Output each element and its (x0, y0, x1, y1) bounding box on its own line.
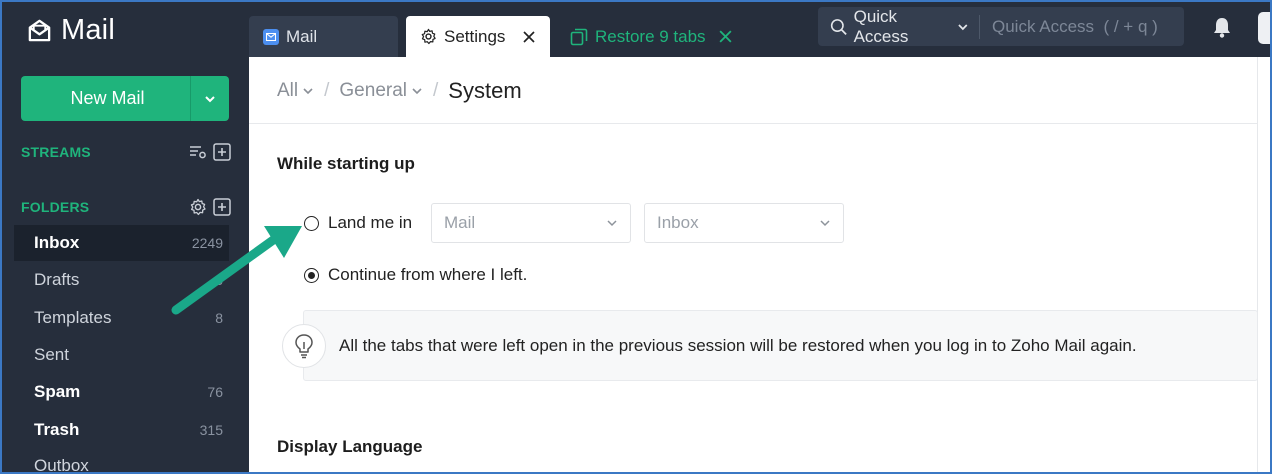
folder-count: 6 (215, 272, 223, 288)
restore-tabs-icon (570, 28, 588, 46)
folder-name: Inbox (34, 233, 80, 252)
new-mail-button[interactable]: New Mail (21, 76, 190, 121)
notifications-bell-icon[interactable] (1212, 16, 1232, 43)
chevron-down-icon (303, 88, 313, 95)
display-language-title: Display Language (277, 437, 423, 456)
folder-count: 315 (199, 422, 223, 438)
folder-count: 76 (207, 384, 223, 400)
breadcrumb-separator: / (324, 80, 330, 101)
folder-count: 2249 (191, 235, 223, 251)
folder-name: Outbox (34, 456, 89, 474)
restore-tabs-label: Restore 9 tabs (595, 26, 706, 46)
new-mail-button-group: New Mail (21, 76, 229, 121)
app-name: Mail (61, 13, 115, 46)
app-logo[interactable]: Mail (26, 12, 115, 48)
tab-settings-label: Settings (444, 26, 506, 46)
top-bar: Mail Settings Restore 9 tabs Quick Acces… (249, 0, 1272, 57)
streams-label: STREAMS (21, 144, 91, 160)
mail-tab-icon (263, 28, 279, 45)
folder-inbox[interactable]: Inbox 2249 (14, 225, 229, 261)
landing-app-select[interactable]: Mail (431, 203, 631, 243)
folder-spam[interactable]: Spam 76 (14, 374, 229, 410)
header-divider (249, 123, 1257, 124)
quick-access-bar: Quick Access (818, 7, 1184, 46)
folders-section: FOLDERS (21, 196, 231, 218)
continue-radio[interactable] (304, 267, 319, 283)
chevron-down-icon (412, 88, 422, 95)
folder-name: Templates (34, 308, 112, 327)
gear-icon[interactable] (189, 198, 207, 216)
folder-templates[interactable]: Templates 8 (14, 300, 229, 336)
streams-section: STREAMS (21, 141, 231, 163)
startup-section-title: While starting up (277, 154, 415, 173)
new-mail-dropdown-button[interactable] (190, 76, 229, 121)
close-icon[interactable] (718, 29, 733, 44)
info-text: All the tabs that were left open in the … (339, 335, 1137, 355)
add-stream-icon[interactable] (213, 143, 231, 161)
quick-access-dropdown[interactable]: Quick Access (854, 7, 954, 47)
sidebar: Mail New Mail STREAMS FOLDERS Inbox 2249… (0, 0, 249, 474)
breadcrumb-general-label: General (339, 80, 408, 101)
avatar[interactable] (1258, 12, 1272, 44)
quick-access-input[interactable] (992, 16, 1172, 37)
continue-option[interactable]: Continue from where I left. (304, 265, 527, 285)
landing-folder-select[interactable]: Inbox (644, 203, 844, 243)
stream-settings-icon[interactable] (189, 143, 207, 161)
landing-folder-value: Inbox (657, 213, 699, 232)
breadcrumb-general[interactable]: General (339, 80, 423, 102)
folder-drafts[interactable]: Drafts 6 (14, 262, 229, 298)
folder-name: Trash (34, 420, 80, 439)
continue-label: Continue from where I left. (328, 265, 528, 284)
info-box: All the tabs that were left open in the … (303, 310, 1258, 381)
breadcrumb-separator: / (433, 80, 439, 101)
folder-name: Drafts (34, 270, 80, 289)
land-me-in-radio[interactable] (304, 215, 319, 231)
page-title: System (448, 78, 522, 103)
chevron-down-icon (205, 95, 215, 102)
scrollbar-track (1257, 57, 1258, 474)
restore-tabs-button[interactable]: Restore 9 tabs (558, 16, 748, 57)
lightbulb-icon (282, 324, 326, 368)
chevron-down-icon (820, 220, 830, 227)
folder-outbox[interactable]: Outbox (14, 448, 229, 474)
folder-name: Spam (34, 382, 81, 401)
tab-mail[interactable]: Mail (249, 16, 398, 57)
mail-logo-icon (28, 19, 51, 41)
close-icon[interactable] (522, 30, 536, 44)
land-me-in-option[interactable]: Land me in (304, 213, 412, 233)
quick-access-separator (979, 14, 980, 39)
chevron-down-icon[interactable] (957, 21, 969, 33)
folder-count: 8 (215, 310, 223, 326)
landing-app-value: Mail (444, 213, 476, 232)
tab-mail-label: Mail (286, 26, 318, 46)
add-folder-icon[interactable] (213, 198, 231, 216)
folder-trash[interactable]: Trash 315 (14, 412, 229, 448)
breadcrumb-all[interactable]: All (277, 80, 314, 102)
folders-label: FOLDERS (21, 199, 90, 215)
tab-settings[interactable]: Settings (406, 16, 550, 57)
gear-icon (420, 28, 437, 45)
folder-sent[interactable]: Sent (14, 337, 229, 373)
breadcrumb-all-label: All (277, 80, 299, 101)
chevron-down-icon (607, 220, 617, 227)
breadcrumb: All / General / System (277, 75, 522, 107)
folder-name: Sent (34, 345, 69, 364)
land-me-in-label: Land me in (328, 213, 413, 232)
settings-panel: All / General / System While starting up… (249, 57, 1272, 474)
search-icon (830, 18, 847, 35)
